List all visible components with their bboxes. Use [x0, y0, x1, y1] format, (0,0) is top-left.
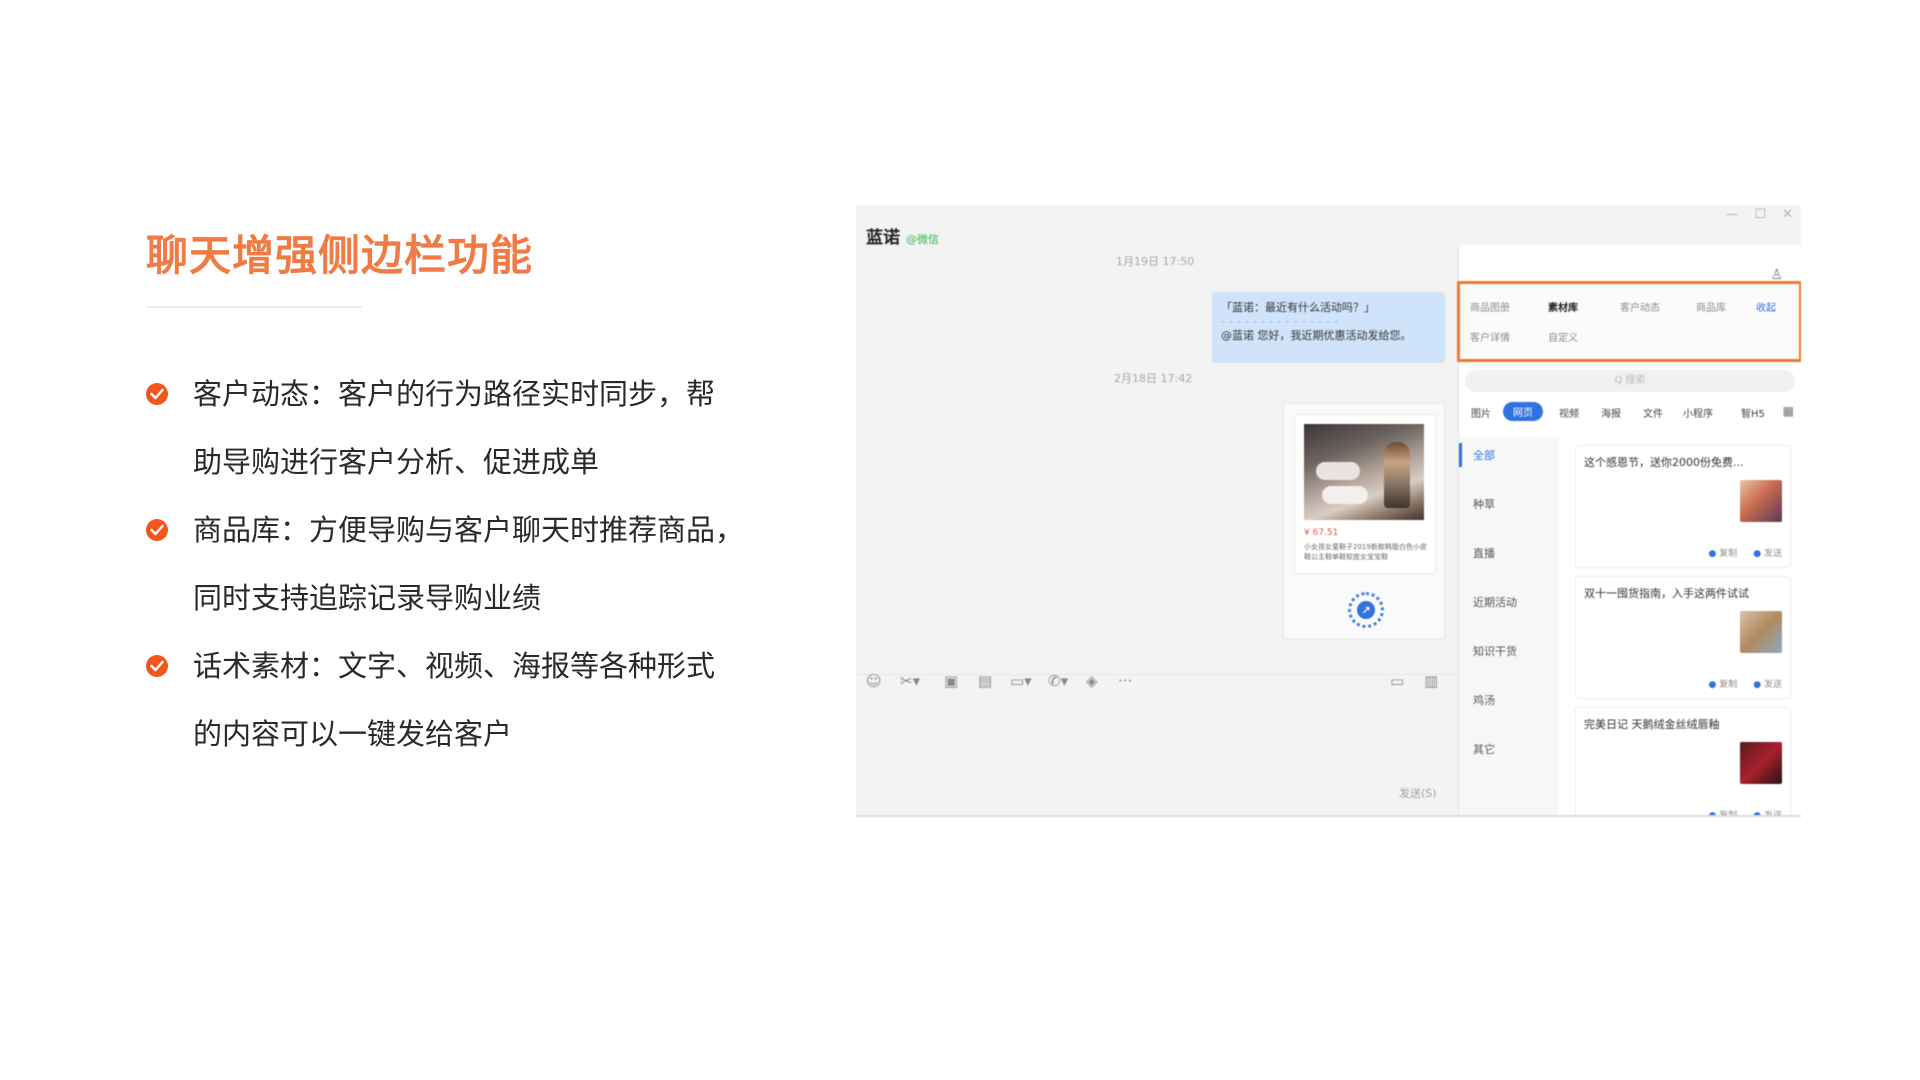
feature-item: 话术素材：文字、视频、海报等各种形式 的内容可以一键发给客户 — [146, 632, 786, 768]
send-button[interactable]: 发送(S) — [1399, 785, 1437, 801]
mini-program-code-icon[interactable]: ↗ — [1348, 592, 1384, 628]
image-icon[interactable]: ▣ — [944, 672, 958, 690]
product-price: ¥ 67.51 — [1304, 528, 1339, 538]
feature-text: 话术素材：文字、视频、海报等各种形式 — [193, 649, 716, 683]
window-controls: — ☐ ✕ — [1725, 207, 1793, 222]
active-category-indicator — [1459, 443, 1462, 467]
monitor-icon[interactable]: ▭ — [1390, 672, 1404, 690]
enhanced-sidebar: ♙ 商品图册 素材库 客户动态 商品库 收起 客户详情 自定义 Q 搜索 图片 … — [1457, 245, 1801, 815]
material-title: 这个感恩节，送你2000份免费... — [1584, 456, 1744, 469]
category-all[interactable]: 全部 — [1473, 447, 1495, 463]
send-item-button[interactable]: ● 发送 — [1753, 808, 1782, 815]
content-type-tabs: 图片 网页 视频 海报 文件 小程序 智H5 ▦ — [1459, 400, 1801, 428]
material-title: 双十一囤货指南，入手这两件试试 — [1584, 587, 1749, 600]
slide-heading: 聊天增强侧边栏功能 — [146, 231, 534, 280]
feature-list: 客户动态：客户的行为路径实时同步，帮 助导购进行客户分析、促进成单 商品库：方便… — [146, 360, 786, 768]
category-seeding[interactable]: 种草 — [1473, 496, 1495, 512]
category-live[interactable]: 直播 — [1473, 545, 1495, 561]
chat-messages: 1月19日 17:50 「蓝诺：最近有什么活动吗？」 - - - - - - -… — [856, 245, 1458, 665]
category-list: 全部 种草 直播 近期活动 知识干货 鸡汤 其它 — [1459, 437, 1559, 815]
type-tab-mini-program[interactable]: 小程序 — [1683, 405, 1713, 420]
shield-icon[interactable]: ◈ — [1086, 672, 1098, 690]
phone-icon[interactable]: ✆▾ — [1048, 672, 1068, 690]
copy-button[interactable]: ● 复制 — [1709, 677, 1738, 690]
type-tab-poster[interactable]: 海报 — [1601, 405, 1621, 420]
product-image — [1304, 424, 1424, 520]
material-actions: ● 复制 ● 发送 — [1709, 677, 1783, 690]
search-input[interactable]: Q 搜索 — [1465, 370, 1795, 392]
type-tab-webpage[interactable]: 网页 — [1503, 402, 1543, 421]
message-separator: - - - - - - - - - - - - - - - — [1221, 317, 1339, 327]
check-circle-icon — [146, 383, 168, 405]
material-item[interactable]: 这个感恩节，送你2000份免费... ● 复制 ● 发送 — [1575, 445, 1791, 568]
product-card[interactable]: ¥ 67.51 小女孩女童鞋子2019新款韩版白色小皮鞋公主鞋单鞋软底女宝宝鞋 — [1294, 414, 1436, 574]
message-timestamp: 1月19日 17:50 — [1116, 255, 1195, 268]
material-actions: ● 复制 ● 发送 — [1709, 546, 1783, 559]
maximize-icon[interactable]: ☐ — [1754, 207, 1766, 222]
chat-window-screenshot: — ☐ ✕ 蓝诺 @微信 1月19日 17:50 「蓝诺：最近有什么活动吗？」 … — [856, 205, 1801, 817]
feature-text: 的内容可以一键发给客户 — [193, 717, 513, 751]
check-circle-icon — [146, 519, 168, 541]
copy-button[interactable]: ● 复制 — [1709, 808, 1738, 815]
smile-icon[interactable]: ☺ — [866, 672, 882, 690]
type-tab-h5[interactable]: 智H5 — [1741, 405, 1765, 420]
category-knowledge[interactable]: 知识干货 — [1473, 643, 1517, 659]
minimize-icon[interactable]: — — [1725, 207, 1738, 222]
feature-text: 同时支持追踪记录导购业绩 — [193, 581, 542, 615]
material-item[interactable]: 双十一囤货指南，入手这两件试试 ● 复制 ● 发送 — [1575, 576, 1791, 699]
folder-icon[interactable]: ▭▾ — [1010, 672, 1032, 690]
feature-item: 客户动态：客户的行为路径实时同步，帮 助导购进行客户分析、促进成单 — [146, 360, 786, 496]
category-other[interactable]: 其它 — [1473, 741, 1495, 757]
material-thumbnail — [1740, 611, 1782, 653]
material-thumbnail — [1740, 480, 1782, 522]
grid-view-icon[interactable]: ▦ — [1783, 404, 1794, 418]
check-circle-icon — [146, 655, 168, 677]
material-actions: ● 复制 ● 发送 — [1709, 808, 1783, 815]
feature-text: 商品库：方便导购与客户聊天时推荐商品， — [193, 513, 745, 547]
chat-toolbar: ☺ ✂▾ ▣ ▤ ▭▾ ✆▾ ◈ ··· ▭ ▥ — [856, 668, 1458, 698]
heading-divider — [146, 306, 362, 308]
product-description: 小女孩女童鞋子2019新款韩版白色小皮鞋公主鞋单鞋软底女宝宝鞋 — [1304, 543, 1427, 561]
send-item-button[interactable]: ● 发送 — [1753, 546, 1782, 559]
screenshot-icon[interactable]: ▤ — [978, 672, 992, 690]
material-thumbnail — [1740, 742, 1782, 784]
tab-material-library[interactable]: 素材库 — [1548, 299, 1578, 314]
tab-custom[interactable]: 自定义 — [1548, 329, 1578, 344]
product-card-message[interactable]: ¥ 67.51 小女孩女童鞋子2019新款韩版白色小皮鞋公主鞋单鞋软底女宝宝鞋 … — [1283, 403, 1445, 640]
category-recent-events[interactable]: 近期活动 — [1473, 594, 1517, 610]
message-timestamp: 2月18日 17:42 — [1114, 372, 1193, 385]
close-icon[interactable]: ✕ — [1782, 207, 1793, 222]
material-item[interactable]: 完美日记 天鹅绒金丝绒唇釉 ● 复制 ● 发送 — [1575, 707, 1791, 815]
sidebar-toggle-icon[interactable]: ▥ — [1424, 672, 1438, 690]
more-icon[interactable]: ··· — [1118, 672, 1132, 690]
material-title: 完美日记 天鹅绒金丝绒唇釉 — [1584, 718, 1720, 731]
feature-item: 商品库：方便导购与客户聊天时推荐商品， 同时支持追踪记录导购业绩 — [146, 496, 786, 632]
category-inspiration[interactable]: 鸡汤 — [1473, 692, 1495, 708]
tab-product-album[interactable]: 商品图册 — [1470, 299, 1510, 314]
tab-product-library[interactable]: 商品库 — [1696, 299, 1726, 314]
message-quote: 「蓝诺：最近有什么活动吗？」 — [1221, 301, 1375, 314]
feature-text: 助导购进行客户分析、促进成单 — [193, 445, 600, 479]
message-bubble: 「蓝诺：最近有什么活动吗？」 - - - - - - - - - - - - -… — [1212, 292, 1445, 363]
scissors-icon[interactable]: ✂▾ — [900, 672, 920, 690]
type-tab-video[interactable]: 视频 — [1559, 405, 1579, 420]
tab-customer-activity[interactable]: 客户动态 — [1620, 299, 1660, 314]
collapse-button[interactable]: 收起 — [1756, 299, 1776, 314]
sidebar-tabs-highlight: 商品图册 素材库 客户动态 商品库 收起 客户详情 自定义 — [1457, 281, 1801, 362]
message-text: @蓝诺 您好，我近期优惠活动发给您。 — [1221, 329, 1412, 342]
feature-text: 客户动态：客户的行为路径实时同步，帮 — [193, 377, 716, 411]
copy-button[interactable]: ● 复制 — [1709, 546, 1738, 559]
send-item-button[interactable]: ● 发送 — [1753, 677, 1782, 690]
tab-customer-detail[interactable]: 客户详情 — [1470, 329, 1510, 344]
type-tab-file[interactable]: 文件 — [1643, 405, 1663, 420]
type-tab-image[interactable]: 图片 — [1471, 405, 1491, 420]
